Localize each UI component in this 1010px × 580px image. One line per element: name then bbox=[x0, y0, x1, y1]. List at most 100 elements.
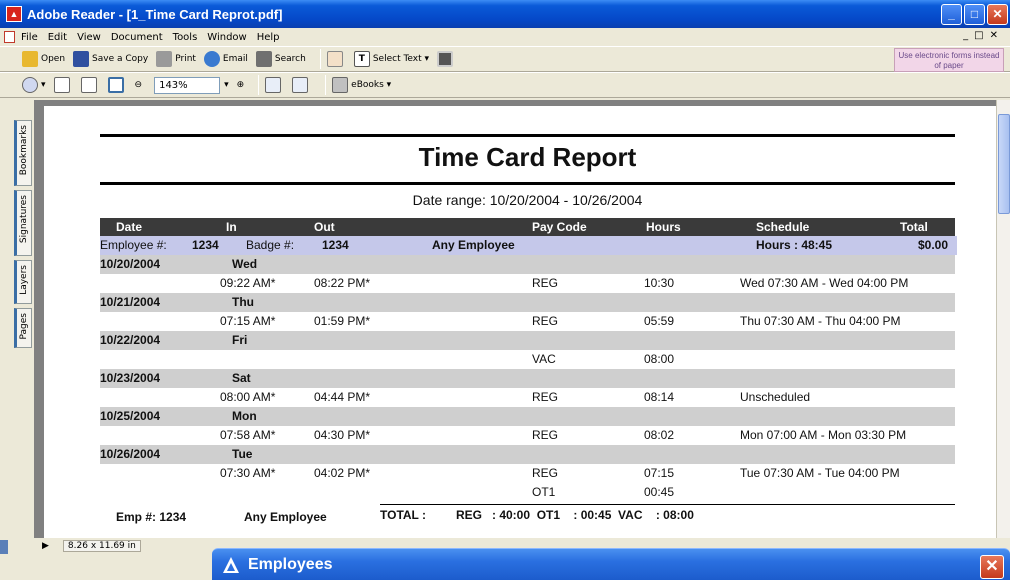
header-in: In bbox=[226, 220, 237, 234]
zoom-in-button[interactable]: ⊕ bbox=[237, 80, 245, 90]
entry-row: 07:58 AM* 04:30 PM* REG 08:02 Mon 07:00 … bbox=[100, 426, 955, 445]
employees-title: Employees bbox=[248, 555, 333, 573]
day-row: 10/23/2004 Sat bbox=[100, 369, 955, 388]
maximize-button[interactable]: □ bbox=[964, 4, 985, 25]
open-button[interactable]: Open bbox=[22, 51, 65, 67]
rotate-clockwise-icon bbox=[265, 77, 282, 93]
fit-page-icon bbox=[80, 77, 97, 93]
employee-number: 1234 bbox=[192, 238, 219, 252]
header-pay-code: Pay Code bbox=[532, 220, 587, 234]
snapshot-icon bbox=[437, 51, 454, 67]
menu-tools[interactable]: Tools bbox=[173, 32, 198, 43]
footer-totals: REG : 40:00 OT1 : 00:45 VAC : 08:00 bbox=[456, 508, 694, 522]
menu-view[interactable]: View bbox=[77, 32, 101, 43]
email-button[interactable]: Email bbox=[203, 51, 248, 67]
badge-label: Badge #: bbox=[246, 238, 295, 252]
actual-size-button[interactable] bbox=[53, 77, 73, 93]
rotate-ccw-button[interactable] bbox=[292, 77, 311, 93]
plus-circle-icon: ⊕ bbox=[236, 80, 245, 90]
triangle-logo-icon bbox=[223, 556, 239, 573]
fit-width-button[interactable] bbox=[107, 77, 127, 93]
tab-pages[interactable]: Pages bbox=[14, 308, 32, 348]
document-icon bbox=[4, 31, 15, 43]
day-date: 10/20/2004 bbox=[100, 257, 161, 271]
entry-in: 07:30 AM* bbox=[220, 466, 276, 480]
entry-out: 04:02 PM* bbox=[314, 466, 371, 480]
vertical-scrollbar[interactable] bbox=[996, 100, 1010, 538]
employee-row: Employee #: 1234 Badge #: 1234 Any Emplo… bbox=[100, 236, 957, 255]
magnifier-icon bbox=[22, 77, 38, 93]
tab-layers[interactable]: Layers bbox=[14, 260, 32, 304]
save-copy-button[interactable]: Save a Copy bbox=[73, 51, 148, 67]
electronic-forms-banner[interactable]: Use electronic forms instead of paper bbox=[894, 48, 1004, 72]
main-toolbar: Open Save a Copy Print Email Search T Sel… bbox=[0, 46, 1010, 72]
select-text-button[interactable]: T Select Text ▾ bbox=[353, 51, 429, 67]
entry-pay-code: REG bbox=[532, 390, 559, 404]
document-window-controls[interactable]: _□✕ bbox=[963, 30, 1004, 41]
entry-schedule: Unscheduled bbox=[740, 390, 811, 404]
badge-number: 1234 bbox=[322, 238, 349, 252]
printer-icon bbox=[156, 51, 173, 67]
entry-hours: 00:45 bbox=[644, 485, 675, 499]
toolbar-separator bbox=[258, 75, 260, 95]
close-button[interactable]: ✕ bbox=[987, 4, 1008, 25]
entry-hours: 07:15 bbox=[644, 466, 675, 480]
entry-row: 07:15 AM* 01:59 PM* REG 05:59 Thu 07:30 … bbox=[100, 312, 955, 331]
entry-in: 09:22 AM* bbox=[220, 276, 276, 290]
tab-signatures[interactable]: Signatures bbox=[14, 190, 32, 256]
toolbar-separator bbox=[319, 49, 321, 69]
entry-out: 04:44 PM* bbox=[314, 390, 371, 404]
page-size: 8.26 x 11.69 in bbox=[62, 540, 141, 552]
employees-close-button[interactable]: ✕ bbox=[980, 555, 1004, 579]
navigation-tabs: Bookmarks Signatures Layers Pages bbox=[0, 100, 34, 540]
employees-window-titlebar[interactable]: Employees ✕ bbox=[212, 548, 1010, 580]
table-header: Date In Out Pay Code Hours Schedule Tota… bbox=[100, 218, 955, 236]
fit-page-button[interactable] bbox=[80, 77, 100, 93]
entry-row: VAC 08:00 bbox=[100, 350, 955, 369]
ebooks-button[interactable]: eBooks ▾ bbox=[332, 77, 391, 93]
header-schedule: Schedule bbox=[756, 220, 810, 234]
entry-hours: 10:30 bbox=[644, 276, 675, 290]
view-toolbar: ▾ ⊖ 143% ▾ ⊕ eBooks ▾ bbox=[0, 72, 1010, 98]
rotate-cw-button[interactable] bbox=[265, 77, 284, 93]
toolbar-separator bbox=[325, 75, 327, 95]
minus-circle-icon: ⊖ bbox=[134, 80, 143, 90]
entry-out: 01:59 PM* bbox=[314, 314, 371, 328]
page-size-toggle-icon[interactable]: ▶ bbox=[42, 541, 49, 551]
footer-name: Any Employee bbox=[244, 510, 327, 524]
entry-in: 08:00 AM* bbox=[220, 390, 276, 404]
minimize-button[interactable]: _ bbox=[941, 4, 962, 25]
report-title: Time Card Report bbox=[418, 142, 637, 172]
menu-edit[interactable]: Edit bbox=[48, 32, 67, 43]
menu-help[interactable]: Help bbox=[257, 32, 280, 43]
menu-bar: File Edit View Document Tools Window Hel… bbox=[0, 28, 1010, 46]
scroll-thumb[interactable] bbox=[998, 114, 1010, 214]
day-name: Thu bbox=[232, 295, 254, 309]
entry-row: 07:30 AM* 04:02 PM* REG 07:15 Tue 07:30 … bbox=[100, 464, 955, 483]
snapshot-button[interactable] bbox=[437, 51, 456, 67]
document-viewport[interactable]: Time Card Report Date range: 10/20/2004 … bbox=[34, 100, 996, 538]
entry-row: 09:22 AM* 08:22 PM* REG 10:30 Wed 07:30 … bbox=[100, 274, 955, 293]
window-title: Adobe Reader - [1_Time Card Reprot.pdf] bbox=[27, 6, 283, 22]
entry-pay-code: REG bbox=[532, 428, 559, 442]
employee-total: $0.00 bbox=[918, 238, 949, 252]
menu-document[interactable]: Document bbox=[111, 32, 163, 43]
zoom-out-button[interactable]: ⊖ bbox=[135, 80, 143, 90]
zoom-level-input[interactable]: 143% bbox=[154, 76, 221, 94]
header-total: Total bbox=[900, 220, 928, 234]
email-icon bbox=[203, 51, 220, 67]
report-footer: Emp #: 1234 Any Employee TOTAL : REG : 4… bbox=[100, 506, 955, 526]
tab-bookmarks[interactable]: Bookmarks bbox=[14, 120, 32, 186]
hand-tool-button[interactable] bbox=[326, 51, 346, 67]
print-button[interactable]: Print bbox=[156, 51, 196, 67]
zoom-tool-button[interactable]: ▾ bbox=[22, 77, 46, 93]
entry-in: 07:58 AM* bbox=[220, 428, 276, 442]
menu-window[interactable]: Window bbox=[207, 32, 246, 43]
zoom-dropdown[interactable]: ▾ bbox=[224, 80, 229, 90]
entry-hours: 08:00 bbox=[644, 352, 675, 366]
menu-file[interactable]: File bbox=[21, 32, 38, 43]
entry-out: 08:22 PM* bbox=[314, 276, 371, 290]
entry-pay-code: VAC bbox=[532, 352, 556, 366]
fit-width-icon bbox=[107, 77, 124, 93]
search-button[interactable]: Search bbox=[255, 51, 306, 67]
